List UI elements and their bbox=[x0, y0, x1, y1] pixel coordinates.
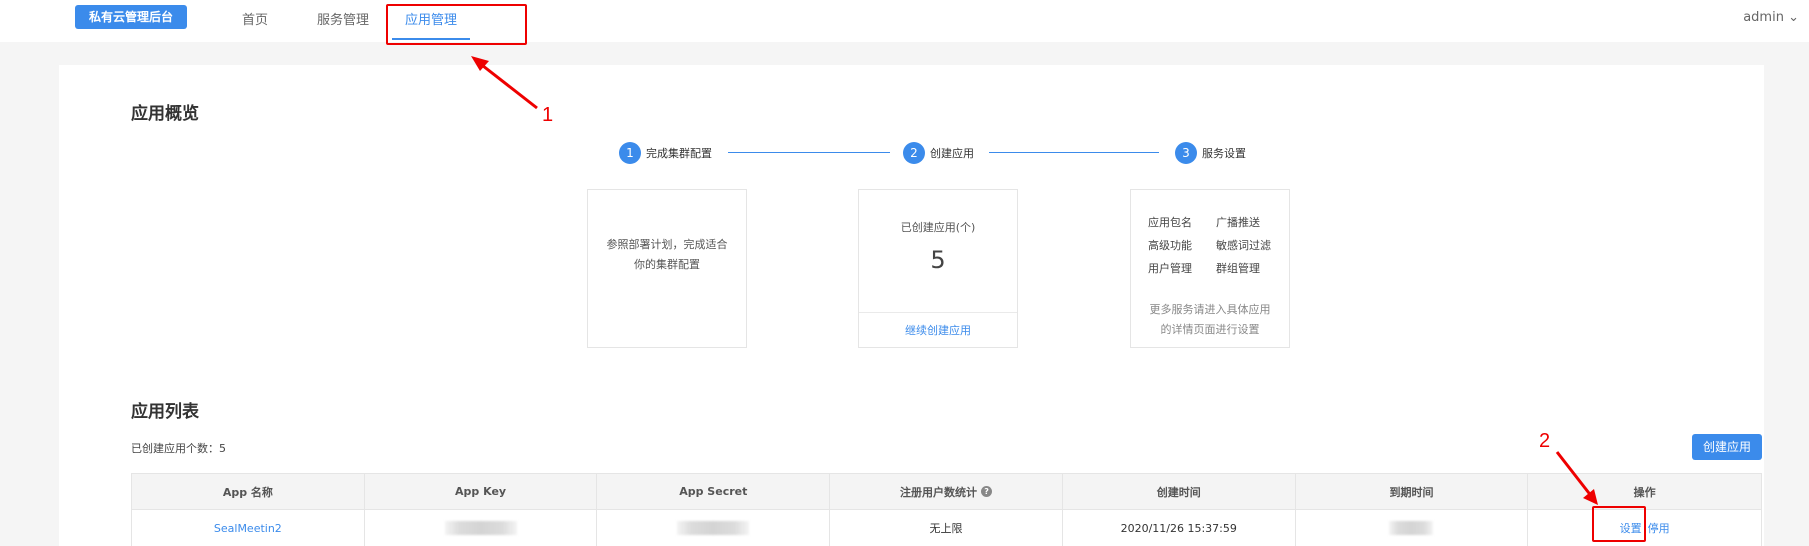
expiry-time-cell bbox=[1296, 510, 1529, 546]
create-app-button[interactable]: 创建应用 bbox=[1692, 434, 1762, 460]
step-service-settings: 3 服务设置 bbox=[1175, 142, 1246, 164]
app-count-label: 已创建应用个数：5 bbox=[131, 442, 226, 455]
step-label: 创建应用 bbox=[930, 147, 974, 160]
annotation-number-1: 1 bbox=[542, 104, 554, 126]
step-number: 1 bbox=[619, 142, 641, 164]
step-connector bbox=[989, 152, 1159, 153]
redacted-expiry-time bbox=[1389, 521, 1434, 535]
service-item: 用户管理 bbox=[1148, 262, 1192, 275]
service-note: 的详情页面进行设置 bbox=[1160, 323, 1260, 336]
column-header-app-key: App Key bbox=[365, 474, 598, 509]
annotation-box-settings bbox=[1592, 506, 1646, 542]
overview-title: 应用概览 bbox=[131, 104, 199, 124]
step-cluster-config: 1 完成集群配置 bbox=[619, 142, 712, 164]
chevron-down-icon: ⌄ bbox=[1788, 10, 1799, 25]
disable-link[interactable]: 停用 bbox=[1648, 520, 1670, 536]
redacted-app-key bbox=[444, 521, 517, 535]
continue-create-app-link[interactable]: 继续创建应用 bbox=[859, 322, 1017, 338]
annotation-box-app-management bbox=[386, 4, 527, 45]
app-secret-cell bbox=[597, 510, 831, 546]
app-key-cell bbox=[365, 510, 598, 546]
app-table: App 名称 App Key App Secret 注册用户数统计 ? 创建时间… bbox=[131, 473, 1762, 546]
step-number: 2 bbox=[903, 142, 925, 164]
column-header-user-count: 注册用户数统计 ? bbox=[830, 474, 1063, 509]
user-menu[interactable]: admin ⌄ bbox=[1743, 10, 1799, 25]
created-apps-count: 5 bbox=[930, 246, 946, 274]
card-description: 你的集群配置 bbox=[634, 258, 700, 271]
service-note: 更多服务请进入具体应用 bbox=[1149, 303, 1271, 316]
service-item: 高级功能 bbox=[1148, 239, 1192, 252]
column-header-user-count-label: 注册用户数统计 bbox=[900, 485, 978, 499]
top-bar: 私有云管理后台 首页 服务管理 应用管理 admin ⌄ bbox=[0, 0, 1809, 42]
column-header-created-time: 创建时间 bbox=[1063, 474, 1296, 509]
step-connector bbox=[728, 152, 890, 153]
service-item: 敏感词过滤 bbox=[1216, 239, 1271, 252]
table-header: App 名称 App Key App Secret 注册用户数统计 ? 创建时间… bbox=[132, 474, 1761, 510]
created-apps-label: 已创建应用(个) bbox=[900, 221, 976, 234]
card-cluster-config: 参照部署计划，完成适合 你的集群配置 bbox=[587, 189, 747, 348]
redacted-app-secret bbox=[677, 521, 750, 535]
app-list-title: 应用列表 bbox=[131, 402, 199, 422]
step-create-app: 2 创建应用 bbox=[903, 142, 974, 164]
column-header-expiry-time: 到期时间 bbox=[1296, 474, 1529, 509]
card-description: 参照部署计划，完成适合 bbox=[606, 238, 728, 251]
step-label: 完成集群配置 bbox=[646, 147, 712, 160]
card-created-apps: 已创建应用(个) 5 继续创建应用 bbox=[858, 189, 1018, 348]
step-number: 3 bbox=[1175, 142, 1197, 164]
column-header-actions: 操作 bbox=[1633, 485, 1656, 499]
card-divider bbox=[859, 312, 1017, 313]
card-service-settings: 应用包名 广播推送 高级功能 敏感词过滤 用户管理 群组管理 更多服务请进入具体… bbox=[1130, 189, 1290, 348]
step-label: 服务设置 bbox=[1202, 147, 1246, 160]
column-header-app-secret: App Secret bbox=[597, 474, 831, 509]
brand-logo[interactable]: 私有云管理后台 bbox=[75, 5, 187, 29]
nav-home[interactable]: 首页 bbox=[242, 9, 268, 28]
table-row: SealMeetin2 无上限 2020/11/26 15:37:59 设置 停… bbox=[132, 510, 1761, 546]
service-item: 广播推送 bbox=[1216, 216, 1260, 229]
service-item: 群组管理 bbox=[1216, 262, 1260, 275]
nav-service-management[interactable]: 服务管理 bbox=[317, 9, 369, 28]
annotation-number-2: 2 bbox=[1539, 430, 1551, 452]
user-name: admin bbox=[1743, 10, 1784, 25]
created-time-cell: 2020/11/26 15:37:59 bbox=[1063, 510, 1296, 546]
column-header-app-name: App 名称 bbox=[132, 474, 365, 509]
app-name-cell: SealMeetin2 bbox=[132, 510, 365, 546]
user-count-cell: 无上限 bbox=[830, 510, 1063, 546]
app-name-link[interactable]: SealMeetin2 bbox=[214, 522, 282, 535]
help-icon[interactable]: ? bbox=[981, 486, 993, 497]
service-item: 应用包名 bbox=[1148, 216, 1192, 229]
